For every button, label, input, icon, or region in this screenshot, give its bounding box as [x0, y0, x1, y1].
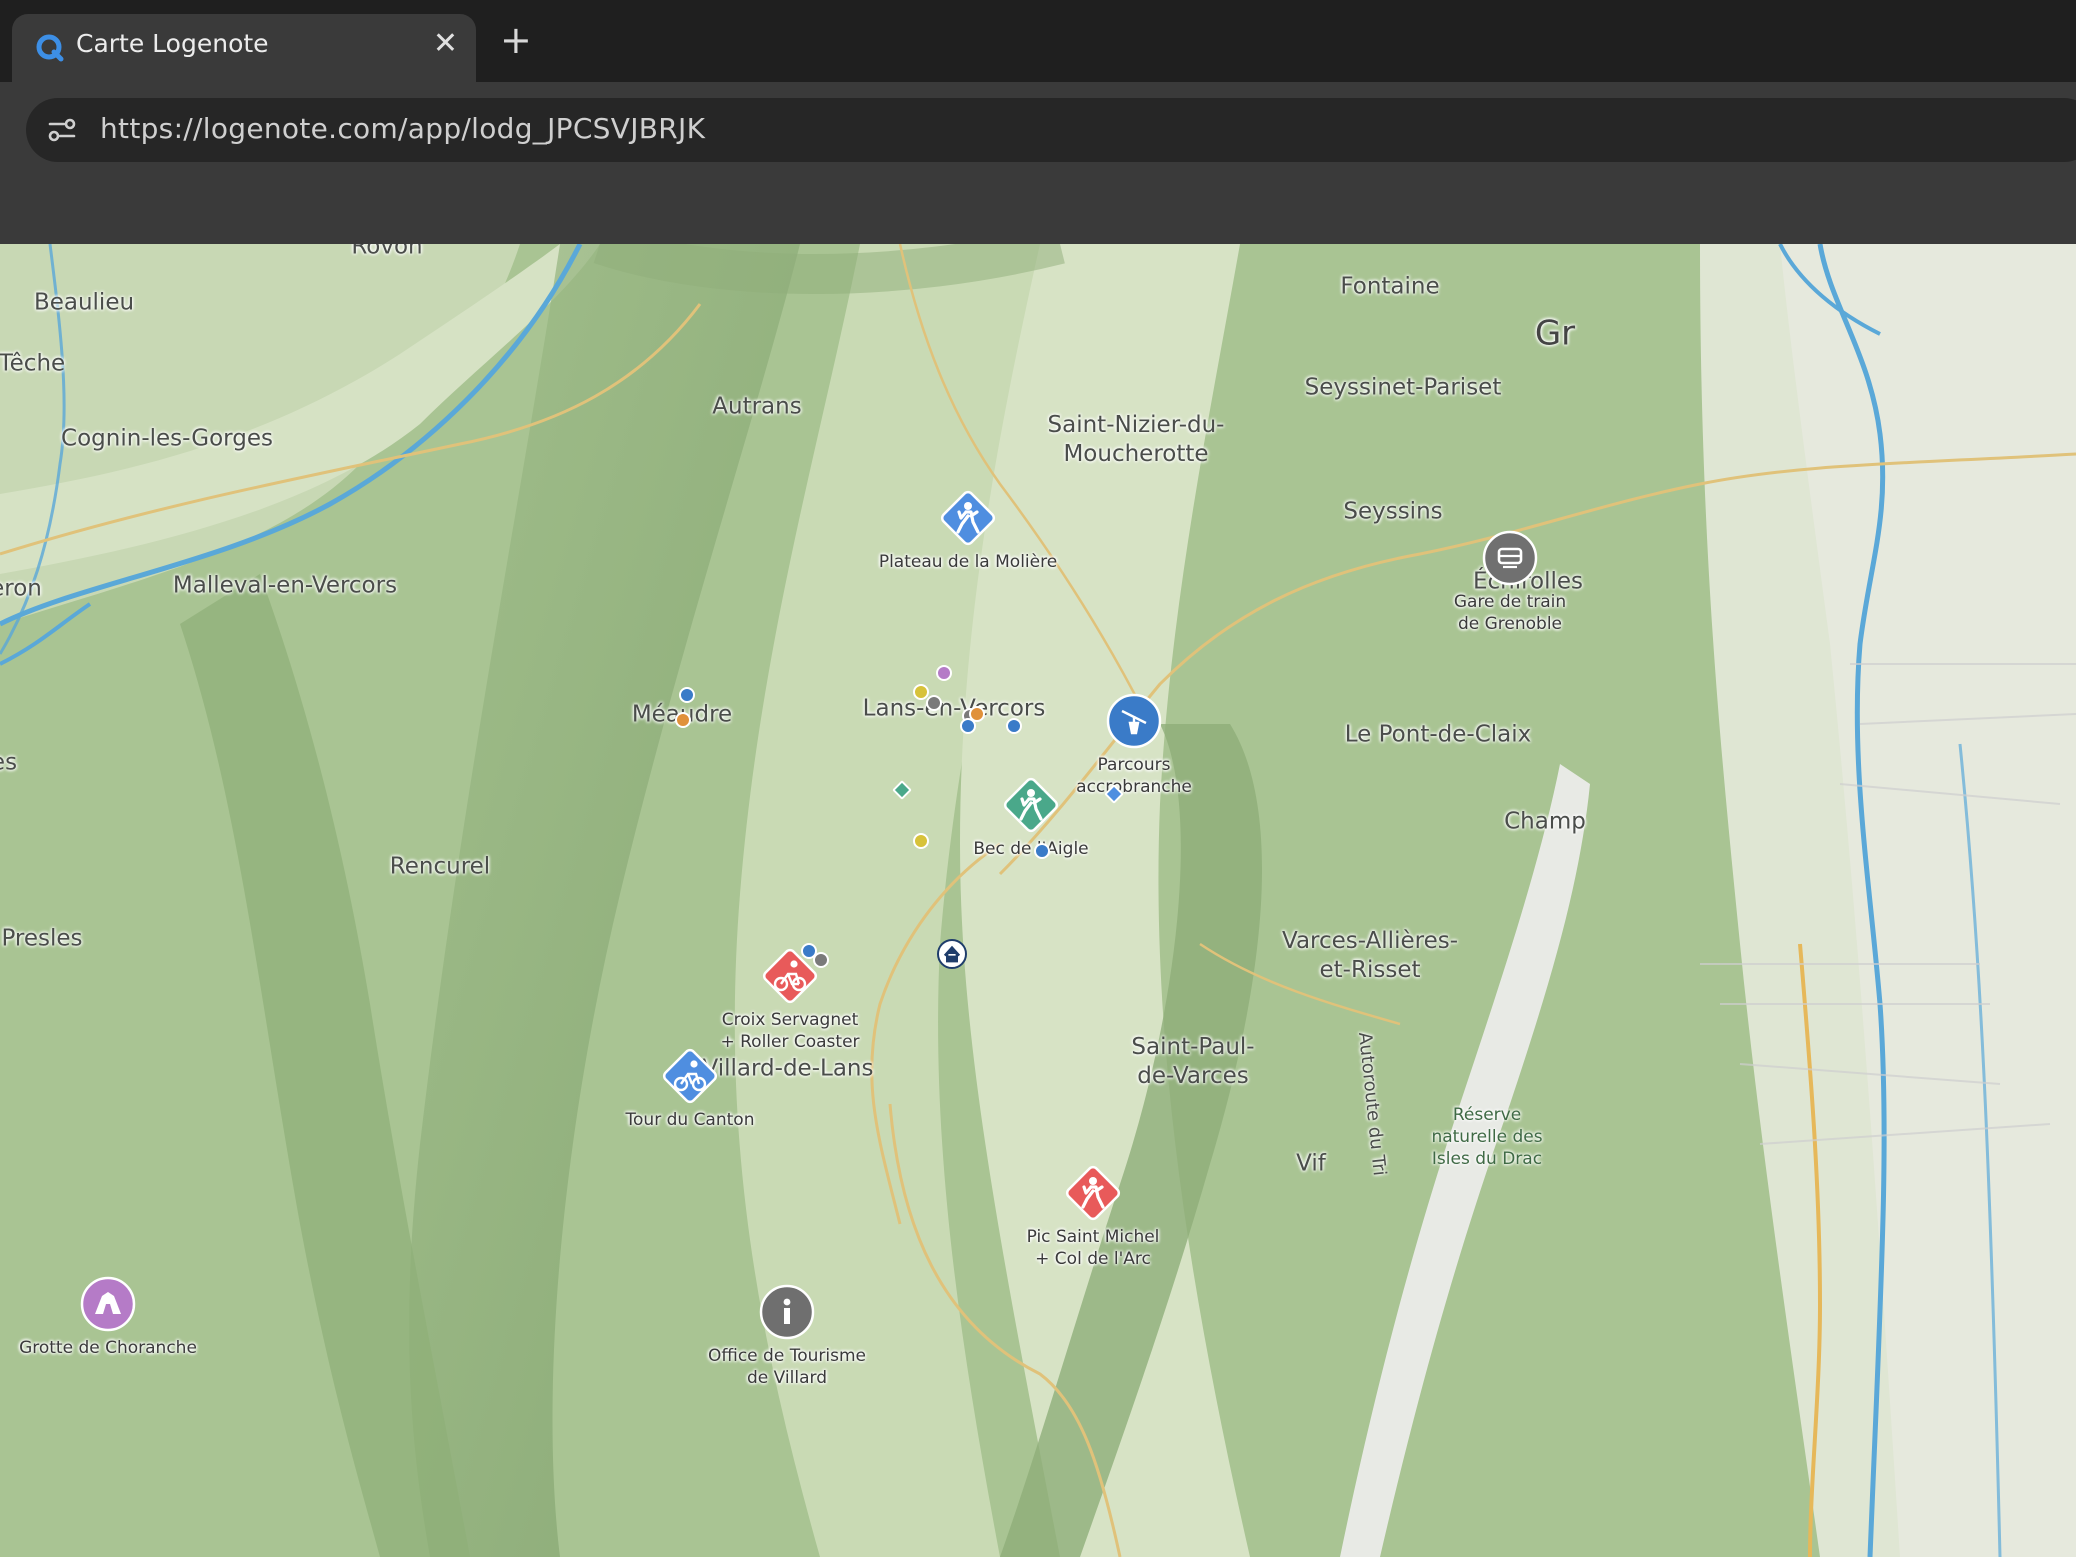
place-label-reserve: Réserve naturelle des Isles du Drac: [1431, 1105, 1543, 1169]
place-label-fontaine: Fontaine: [1340, 273, 1440, 300]
site-settings-icon[interactable]: [44, 112, 80, 148]
browser-tab[interactable]: Carte Logenote ✕: [12, 14, 476, 82]
place-label-saint-paul: Saint-Paul- de-Varces: [1131, 1034, 1255, 1089]
hiking-icon: [1003, 777, 1059, 833]
place-label-vif: Vif: [1296, 1150, 1326, 1177]
place-label-rencurel: Rencurel: [389, 853, 491, 880]
map-point-dot[interactable]: [936, 665, 952, 681]
map-canvas[interactable]: VinayRovonBeaulieuTêcheCognin-les-Gorges…: [0, 244, 2076, 1557]
map-point-dot[interactable]: [913, 833, 929, 849]
poi-label-bec: Bec de l'Aigle: [973, 839, 1089, 859]
place-label-seyssins: Seyssins: [1343, 498, 1443, 525]
tab-title: Carte Logenote: [76, 29, 269, 58]
browser-tab-strip: Carte Logenote ✕ +: [0, 0, 2076, 82]
poi-label-grotte: Grotte de Choranche: [19, 1338, 197, 1358]
new-tab-button[interactable]: +: [500, 20, 532, 60]
place-label-gr: Gr: [1534, 313, 1576, 354]
poi-label-tour: Tour du Canton: [625, 1110, 755, 1130]
address-bar[interactable]: https://logenote.com/app/lodg_JPCSVJBRJK: [26, 98, 2076, 162]
url-text[interactable]: https://logenote.com/app/lodg_JPCSVJBRJK: [100, 112, 705, 145]
poi-label-croix: Croix Servagnet + Roller Coaster: [720, 1010, 860, 1052]
map-point-dot[interactable]: [679, 687, 695, 703]
map-point-dot[interactable]: [813, 952, 829, 968]
browser-toolbar: https://logenote.com/app/lodg_JPCSVJBRJK: [0, 82, 2076, 244]
poi-marker-grotte[interactable]: [79, 1275, 137, 1333]
poi-marker-bec[interactable]: [1002, 776, 1060, 834]
poi-label-gare: Gare de train de Grenoble: [1453, 592, 1567, 634]
logenote-q-icon: [36, 34, 64, 62]
place-label-teche: Têche: [0, 350, 66, 377]
map-point-dot[interactable]: [926, 695, 942, 711]
place-label-eron: eron: [0, 575, 42, 602]
map-point-dot[interactable]: [1006, 718, 1022, 734]
place-label-malleval: Malleval-en-Vercors: [172, 572, 398, 599]
poi-label-plateau: Plateau de la Molière: [878, 552, 1058, 572]
tab-close-icon[interactable]: ✕: [433, 26, 458, 61]
place-label-villard: Villard-de-Lans: [702, 1055, 874, 1082]
zipline-icon: [1106, 693, 1162, 749]
place-label-autrans: Autrans: [712, 393, 802, 420]
place-label-champ: Champ: [1504, 808, 1586, 835]
hiking-icon: [940, 490, 996, 546]
info-icon: [759, 1284, 815, 1340]
hiking-icon: [1065, 1165, 1121, 1221]
place-label-seyssinet: Seyssinet-Pariset: [1304, 374, 1502, 401]
poi-marker-parcours[interactable]: [1105, 692, 1163, 750]
map-point-dot[interactable]: [675, 712, 691, 728]
poi-marker-tour[interactable]: [661, 1047, 719, 1105]
home-icon: [937, 939, 967, 969]
place-label-rovon: Rovon: [351, 244, 423, 260]
poi-marker-pic[interactable]: [1064, 1164, 1122, 1222]
poi-marker-home[interactable]: [936, 938, 968, 970]
place-label-es: es: [0, 749, 18, 776]
bicycle-icon: [662, 1048, 718, 1104]
place-label-beaulieu: Beaulieu: [33, 289, 135, 316]
place-label-presles: Presles: [1, 925, 83, 952]
map-point-dot[interactable]: [960, 718, 976, 734]
place-label-saint-nizier: Saint-Nizier-du- Moucherotte: [1047, 412, 1225, 467]
poi-label-parcours: Parcours accrobranche: [1076, 755, 1192, 797]
map-point-dot[interactable]: [1034, 843, 1050, 859]
terrain-layer: [0, 244, 2076, 1557]
poi-marker-office[interactable]: [758, 1283, 816, 1341]
cave-icon: [80, 1276, 136, 1332]
poi-label-office: Office de Tourisme de Villard: [708, 1346, 866, 1388]
place-label-varces: Varces-Allières- et-Risset: [1281, 928, 1459, 983]
poi-marker-gare[interactable]: [1481, 529, 1539, 587]
poi-marker-plateau[interactable]: [939, 489, 997, 547]
poi-label-pic: Pic Saint Michel + Col de l'Arc: [1026, 1227, 1160, 1269]
train-icon: [1482, 530, 1538, 586]
place-label-pont-de-claix: Le Pont-de-Claix: [1344, 721, 1532, 748]
place-label-cognin: Cognin-les-Gorges: [61, 425, 273, 452]
